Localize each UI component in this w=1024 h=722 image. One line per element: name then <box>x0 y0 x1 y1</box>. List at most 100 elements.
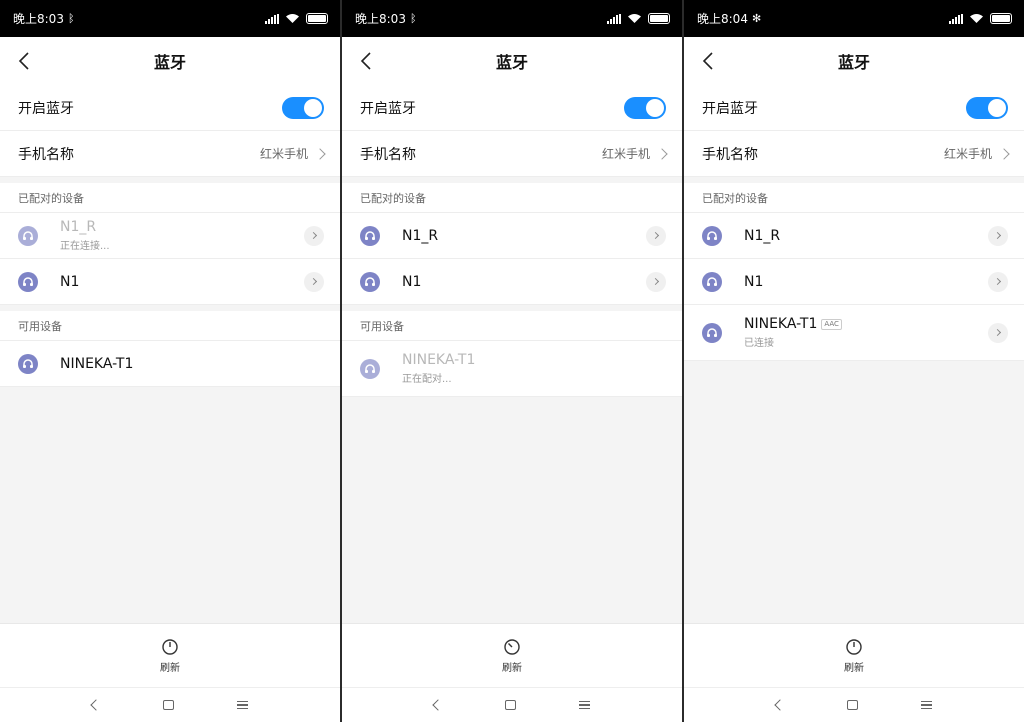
header: 蓝牙 <box>684 37 1024 85</box>
chevron-right-icon <box>656 147 668 160</box>
paired-device-nineka[interactable]: NINEKA-T1 AAC 已连接 <box>684 305 1024 361</box>
device-name: NINEKA-T1 <box>402 352 476 368</box>
headset-icon <box>360 225 380 246</box>
back-chevron-icon <box>360 52 371 70</box>
paired-device-n1[interactable]: N1 <box>342 259 682 305</box>
available-section-title: 可用设备 <box>342 311 682 341</box>
chevron-right-icon <box>314 147 326 160</box>
page-title: 蓝牙 <box>495 53 528 72</box>
nav-menu-icon[interactable] <box>579 701 591 709</box>
battery-icon <box>990 13 1012 24</box>
nav-home-icon[interactable] <box>162 700 174 710</box>
headset-icon <box>360 271 380 292</box>
refresh-button[interactable]: 刷新 <box>0 623 340 687</box>
phone-name-row[interactable]: 手机名称 红米手机 <box>0 131 340 177</box>
screen-2: 晚上8:03 ᛒ 蓝牙 开启蓝牙 手机名称 红米手机 已配对的设备 N1_R N… <box>342 0 682 722</box>
chevron-right-icon <box>998 147 1010 160</box>
paired-section-title: 已配对的设备 <box>0 183 340 213</box>
page-title: 蓝牙 <box>153 53 186 72</box>
back-button[interactable] <box>14 50 34 72</box>
status-time: 晚上8:04 <box>697 12 748 26</box>
page-title: 蓝牙 <box>837 53 870 72</box>
wifi-icon <box>628 14 641 23</box>
nav-back-icon[interactable] <box>431 699 444 711</box>
bluetooth-toggle-row[interactable]: 开启蓝牙 <box>342 85 682 131</box>
refresh-label: 刷新 <box>502 662 522 674</box>
paired-device-n1[interactable]: N1 <box>0 259 340 305</box>
status-bar: 晚上8:03 ᛒ <box>0 0 340 37</box>
nav-back-icon[interactable] <box>89 699 102 711</box>
device-status: 正在连接... <box>60 241 110 252</box>
refresh-button[interactable]: 刷新 <box>684 623 1024 687</box>
headset-icon <box>702 225 722 246</box>
paired-device-n1r[interactable]: N1_R <box>684 213 1024 259</box>
phone-name-value: 红米手机 <box>601 147 650 161</box>
device-name: NINEKA-T1 <box>60 355 134 372</box>
phone-name-row[interactable]: 手机名称 红米手机 <box>342 131 682 177</box>
available-device-nineka[interactable]: NINEKA-T1 正在配对... <box>342 341 682 397</box>
device-name: N1_R <box>60 219 97 235</box>
available-device-nineka[interactable]: NINEKA-T1 <box>0 341 340 387</box>
nav-menu-icon[interactable] <box>921 701 933 709</box>
phone-name-row[interactable]: 手机名称 红米手机 <box>684 131 1024 177</box>
device-detail-button[interactable] <box>304 271 324 292</box>
headset-icon <box>702 322 722 343</box>
wifi-icon <box>970 14 983 23</box>
refresh-button[interactable]: 刷新 <box>342 623 682 687</box>
device-detail-button[interactable] <box>304 225 324 246</box>
device-detail-button[interactable] <box>988 225 1008 246</box>
nav-menu-icon[interactable] <box>237 701 249 709</box>
device-detail-button[interactable] <box>646 225 666 246</box>
bluetooth-toggle[interactable] <box>966 96 1008 119</box>
headset-icon <box>18 353 38 374</box>
refresh-label: 刷新 <box>844 662 864 674</box>
system-nav-bar <box>0 687 340 722</box>
refresh-icon <box>162 638 178 655</box>
screen-1: 晚上8:03 ᛒ 蓝牙 开启蓝牙 手机名称 红米手机 已配对的设备 N1_R 正… <box>0 0 340 722</box>
refresh-icon <box>504 638 520 655</box>
headset-icon <box>18 271 38 292</box>
bluetooth-toggle-label: 开启蓝牙 <box>18 100 74 117</box>
paired-device-n1r[interactable]: N1_R <box>342 213 682 259</box>
back-chevron-icon <box>18 52 29 70</box>
signal-icon <box>607 13 621 24</box>
refresh-label: 刷新 <box>160 662 180 674</box>
paired-device-n1[interactable]: N1 <box>684 259 1024 305</box>
device-name: N1 <box>402 273 422 290</box>
device-name: N1 <box>60 273 80 290</box>
signal-icon <box>949 13 963 24</box>
paired-section-title: 已配对的设备 <box>684 183 1024 213</box>
bluetooth-toggle-row[interactable]: 开启蓝牙 <box>0 85 340 131</box>
battery-icon <box>306 13 328 24</box>
paired-section-title: 已配对的设备 <box>342 183 682 213</box>
bluetooth-toggle-label: 开启蓝牙 <box>702 100 758 117</box>
system-nav-bar <box>342 687 682 722</box>
headset-icon <box>360 358 380 379</box>
back-button[interactable] <box>356 50 376 72</box>
battery-icon <box>648 13 670 24</box>
bluetooth-status-icon: ᛒ <box>409 12 417 25</box>
device-detail-button[interactable] <box>646 271 666 292</box>
back-button[interactable] <box>698 50 718 72</box>
device-name: N1_R <box>744 227 781 244</box>
device-detail-button[interactable] <box>988 322 1008 343</box>
device-status: 已连接 <box>744 338 774 349</box>
bluetooth-toggle[interactable] <box>624 96 666 119</box>
phone-name-label: 手机名称 <box>18 146 74 163</box>
device-detail-button[interactable] <box>988 271 1008 292</box>
device-name: N1_R <box>402 227 439 244</box>
phone-name-label: 手机名称 <box>360 146 416 163</box>
bluetooth-toggle-row[interactable]: 开启蓝牙 <box>684 85 1024 131</box>
paired-device-n1r[interactable]: N1_R 正在连接... <box>0 213 340 259</box>
device-status: 正在配对... <box>402 374 452 385</box>
nav-home-icon[interactable] <box>846 700 858 710</box>
phone-name-value: 红米手机 <box>259 147 308 161</box>
nav-back-icon[interactable] <box>773 699 786 711</box>
header: 蓝牙 <box>0 37 340 85</box>
nav-home-icon[interactable] <box>504 700 516 710</box>
status-time: 晚上8:03 <box>13 12 64 26</box>
header: 蓝牙 <box>342 37 682 85</box>
refresh-icon <box>846 638 862 655</box>
bluetooth-toggle[interactable] <box>282 96 324 119</box>
bluetooth-toggle-label: 开启蓝牙 <box>360 100 416 117</box>
